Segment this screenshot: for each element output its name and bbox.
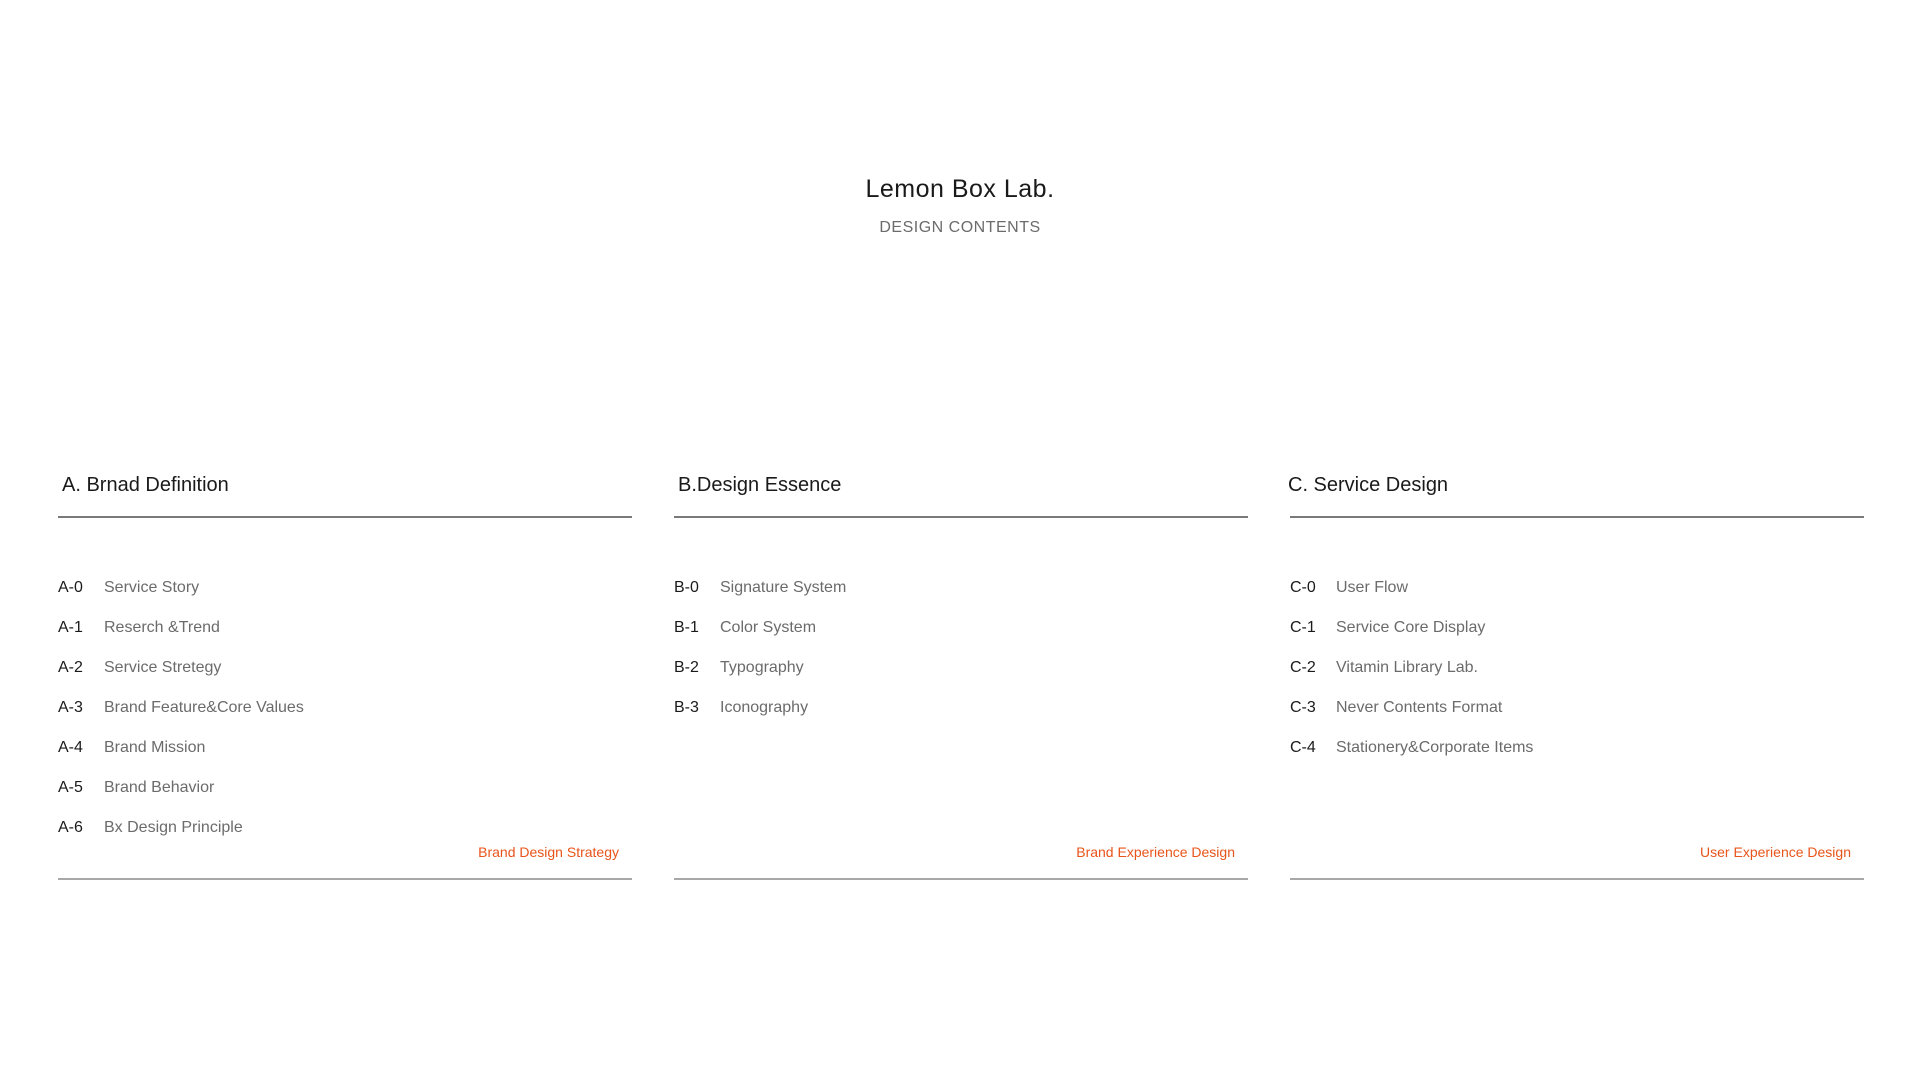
section-title: C. Service Design [1288, 474, 1449, 496]
list-item: C-2 Vitamin Library Lab. [1290, 648, 1533, 688]
list-item: B-0 Signature System [674, 568, 846, 608]
list-item: A-2 Service Stretegy [58, 648, 304, 688]
section-footer-label: Brand Experience Design [1076, 844, 1235, 860]
item-label: Brand Mission [104, 739, 206, 756]
section-divider-top [674, 516, 1248, 518]
item-label: Reserch &Trend [104, 619, 220, 636]
list-item: A-3 Brand Feature&Core Values [58, 688, 304, 728]
list-item: C-4 Stationery&Corporate Items [1290, 728, 1533, 768]
item-code: C-2 [1290, 659, 1316, 676]
item-code: C-1 [1290, 619, 1316, 636]
section-service-design: C. Service Design C-0 User Flow C-1 Serv… [1288, 470, 1864, 884]
item-code: A-0 [58, 579, 83, 596]
section-brand-definition: A. Brnad Definition A-0 Service Story A-… [58, 470, 632, 884]
item-code: C-0 [1290, 579, 1316, 596]
page-header: Lemon Box Lab. DESIGN CONTENTS [0, 172, 1920, 238]
list-item: C-3 Never Contents Format [1290, 688, 1533, 728]
section-title: A. Brnad Definition [62, 474, 229, 496]
item-code: A-5 [58, 779, 83, 796]
item-label: Brand Behavior [104, 779, 215, 796]
list-item: B-3 Iconography [674, 688, 846, 728]
item-code: C-4 [1290, 739, 1316, 756]
page-title: Lemon Box Lab. [865, 175, 1055, 203]
item-code: B-2 [674, 659, 699, 676]
item-label: Iconography [720, 699, 809, 716]
item-label: Typography [720, 659, 804, 676]
section-divider-bottom [1290, 878, 1864, 880]
item-label: Stationery&Corporate Items [1336, 739, 1534, 756]
section-item-list: C-0 User Flow C-1 Service Core Display C… [1290, 568, 1533, 768]
list-item: A-6 Bx Design Principle [58, 808, 304, 848]
item-code: A-3 [58, 699, 83, 716]
item-label: User Flow [1336, 579, 1409, 596]
list-item: B-2 Typography [674, 648, 846, 688]
item-label: Bx Design Principle [104, 819, 243, 836]
section-design-essence: B.Design Essence B-0 Signature System B-… [674, 470, 1248, 884]
item-code: A-4 [58, 739, 83, 756]
item-label: Service Story [104, 579, 200, 596]
item-label: Never Contents Format [1336, 699, 1503, 716]
item-code: A-1 [58, 619, 83, 636]
section-divider-bottom [58, 878, 632, 880]
list-item: A-4 Brand Mission [58, 728, 304, 768]
item-label: Vitamin Library Lab. [1336, 659, 1478, 676]
list-item: A-0 Service Story [58, 568, 304, 608]
list-item: A-1 Reserch &Trend [58, 608, 304, 648]
section-title: B.Design Essence [678, 474, 842, 496]
item-code: A-6 [58, 819, 83, 836]
section-divider-top [1290, 516, 1864, 518]
list-item: A-5 Brand Behavior [58, 768, 304, 808]
item-code: B-1 [674, 619, 699, 636]
section-item-list: B-0 Signature System B-1 Color System B-… [674, 568, 846, 728]
item-code: C-3 [1290, 699, 1316, 716]
item-code: B-3 [674, 699, 699, 716]
section-footer-label: User Experience Design [1700, 844, 1851, 860]
item-code: B-0 [674, 579, 699, 596]
list-item: C-0 User Flow [1290, 568, 1533, 608]
item-label: Service Core Display [1336, 619, 1486, 636]
item-code: A-2 [58, 659, 83, 676]
item-label: Color System [720, 619, 817, 636]
item-label: Signature System [720, 579, 847, 596]
list-item: C-1 Service Core Display [1290, 608, 1533, 648]
section-divider-bottom [674, 878, 1248, 880]
section-divider-top [58, 516, 632, 518]
section-footer-label: Brand Design Strategy [478, 844, 619, 860]
item-label: Service Stretegy [104, 659, 222, 676]
page-subtitle: DESIGN CONTENTS [879, 219, 1041, 236]
item-label: Brand Feature&Core Values [104, 699, 304, 716]
section-item-list: A-0 Service Story A-1 Reserch &Trend A-2… [58, 568, 304, 848]
list-item: B-1 Color System [674, 608, 846, 648]
